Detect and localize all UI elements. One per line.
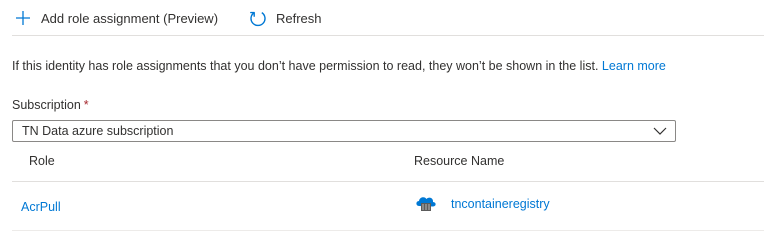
container-registry-icon [414, 193, 438, 215]
subscription-selected-value: TN Data azure subscription [22, 124, 174, 138]
add-role-assignment-label: Add role assignment (Preview) [41, 10, 219, 26]
role-assignments-page: Add role assignment (Preview) Refresh If… [0, 0, 768, 239]
subscription-dropdown[interactable]: TN Data azure subscription [12, 120, 676, 142]
column-header-resource-name[interactable]: Resource Name [414, 154, 504, 168]
resource-link[interactable]: tncontaineregistry [414, 193, 550, 215]
refresh-button[interactable]: Refresh [249, 5, 322, 31]
learn-more-link[interactable]: Learn more [602, 59, 666, 73]
add-role-assignment-button[interactable]: Add role assignment (Preview) [14, 5, 218, 31]
table-row: AcrPull tncontaineregistry [12, 182, 764, 230]
toolbar-divider [12, 35, 764, 36]
plus-icon [14, 9, 32, 27]
refresh-icon [249, 9, 267, 27]
column-header-role[interactable]: Role [29, 154, 55, 168]
chevron-down-icon [645, 121, 675, 141]
subscription-label-text: Subscription [12, 98, 81, 112]
subscription-label: Subscription * [12, 98, 89, 112]
info-message: If this identity has role assignments th… [12, 59, 666, 73]
row-divider [12, 230, 764, 231]
refresh-label: Refresh [276, 10, 322, 26]
resource-name: tncontaineregistry [451, 197, 550, 211]
role-link[interactable]: AcrPull [21, 200, 61, 214]
info-text: If this identity has role assignments th… [12, 59, 599, 73]
command-bar: Add role assignment (Preview) Refresh [0, 0, 768, 35]
required-marker: * [83, 98, 89, 112]
